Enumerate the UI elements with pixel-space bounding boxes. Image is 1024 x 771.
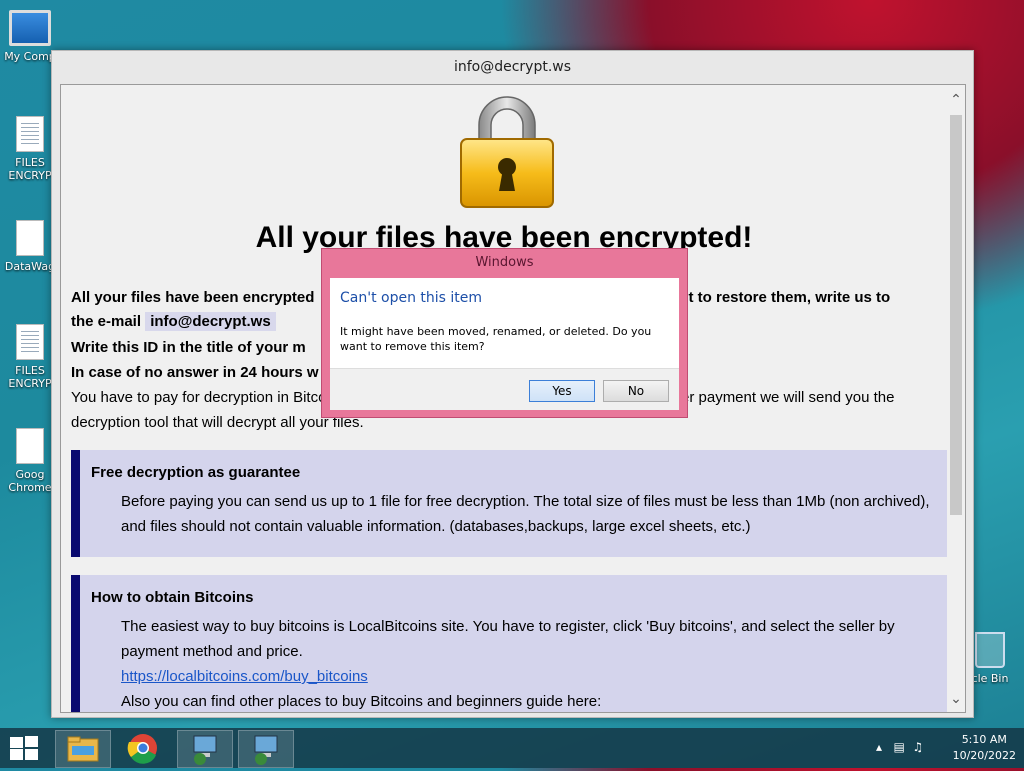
yes-button[interactable]: Yes — [529, 380, 595, 402]
note-text: er payment we will send you the — [681, 389, 895, 406]
window-title: info@decrypt.ws — [453, 59, 572, 75]
dialog-message: It might have been moved, renamed, or de… — [340, 325, 652, 353]
start-button[interactable] — [8, 736, 38, 760]
free-decryption-box: Free decryption as guarantee Before payi… — [71, 450, 947, 557]
note-text: ant to restore them, write us to — [671, 289, 891, 306]
obtain-bitcoins-box: How to obtain Bitcoins The easiest way t… — [71, 575, 947, 712]
taskbar-app-2[interactable] — [238, 730, 294, 768]
windows-logo-icon — [10, 749, 23, 760]
file-icon — [16, 428, 44, 464]
desktop-icon-label: My Comp — [4, 50, 56, 63]
recycle-bin-icon — [975, 632, 1005, 668]
clock-date: 10/20/2022 — [952, 749, 1016, 762]
note-text: All your files have been encrypted — [71, 289, 315, 306]
note-text: You have to pay for decryption in Bitco — [71, 389, 327, 406]
taskbar: ▴ ▤ ♫ 5:10 AM 10/20/2022 — [0, 728, 1024, 768]
note-text: the e-mail — [71, 313, 142, 330]
taskbar-file-explorer[interactable] — [55, 730, 111, 768]
computer-icon — [254, 735, 278, 765]
box-title: How to obtain Bitcoins — [91, 589, 254, 606]
desktop-icon-label: DataWag — [4, 260, 56, 273]
dialog-footer: Yes No — [330, 368, 679, 410]
file-icon — [16, 220, 44, 256]
box-text: Also you can find other places to buy Bi… — [121, 693, 602, 710]
computer-icon — [9, 10, 51, 46]
folder-icon — [67, 736, 99, 762]
taskbar-chrome[interactable] — [116, 730, 170, 766]
network-icon[interactable]: ▤ — [893, 740, 904, 754]
scroll-down-icon[interactable]: ⌄ — [947, 690, 965, 708]
text-file-icon — [16, 324, 44, 360]
box-text: Before paying you can send us up to 1 fi… — [121, 493, 930, 535]
windows-logo-icon — [10, 737, 23, 748]
contact-email: info@decrypt.ws — [145, 312, 276, 331]
scroll-thumb[interactable] — [950, 115, 962, 515]
desktop-icon-label: Goog Chrome — [8, 468, 52, 494]
padlock-icon — [460, 96, 554, 208]
desktop-icon-label: FILES ENCRYP — [8, 364, 52, 390]
chrome-icon — [127, 734, 157, 764]
chevron-up-icon[interactable]: ▴ — [876, 740, 882, 754]
clock[interactable]: 5:10 AM 10/20/2022 — [953, 732, 1016, 764]
dialog-title: Windows — [475, 255, 534, 270]
dialog-body: Can't open this item It might have been … — [330, 278, 679, 368]
box-title: Free decryption as guarantee — [91, 464, 301, 481]
text-file-icon — [16, 116, 44, 152]
desktop-icon-label: cle Bin — [971, 672, 1009, 685]
scroll-up-icon[interactable]: ⌃ — [947, 91, 965, 109]
system-tray-icons[interactable]: ▴ ▤ ♫ — [876, 740, 923, 754]
taskbar-app-1[interactable] — [177, 730, 233, 768]
localbitcoins-link[interactable]: https://localbitcoins.com/buy_bitcoins — [121, 668, 368, 685]
volume-icon[interactable]: ♫ — [912, 740, 923, 754]
windows-logo-icon — [25, 749, 38, 760]
clock-time: 5:10 AM — [961, 733, 1007, 746]
dialog-heading: Can't open this item — [340, 290, 483, 306]
no-button[interactable]: No — [603, 380, 669, 402]
error-dialog: Windows Can't open this item It might ha… — [321, 248, 688, 418]
box-text: The easiest way to buy bitcoins is Local… — [121, 618, 895, 660]
desktop-icon-label: FILES ENCRYP — [8, 156, 52, 182]
windows-logo-icon — [25, 736, 38, 747]
vertical-scrollbar[interactable]: ⌃ ⌄ — [947, 85, 965, 712]
computer-icon — [193, 735, 217, 765]
